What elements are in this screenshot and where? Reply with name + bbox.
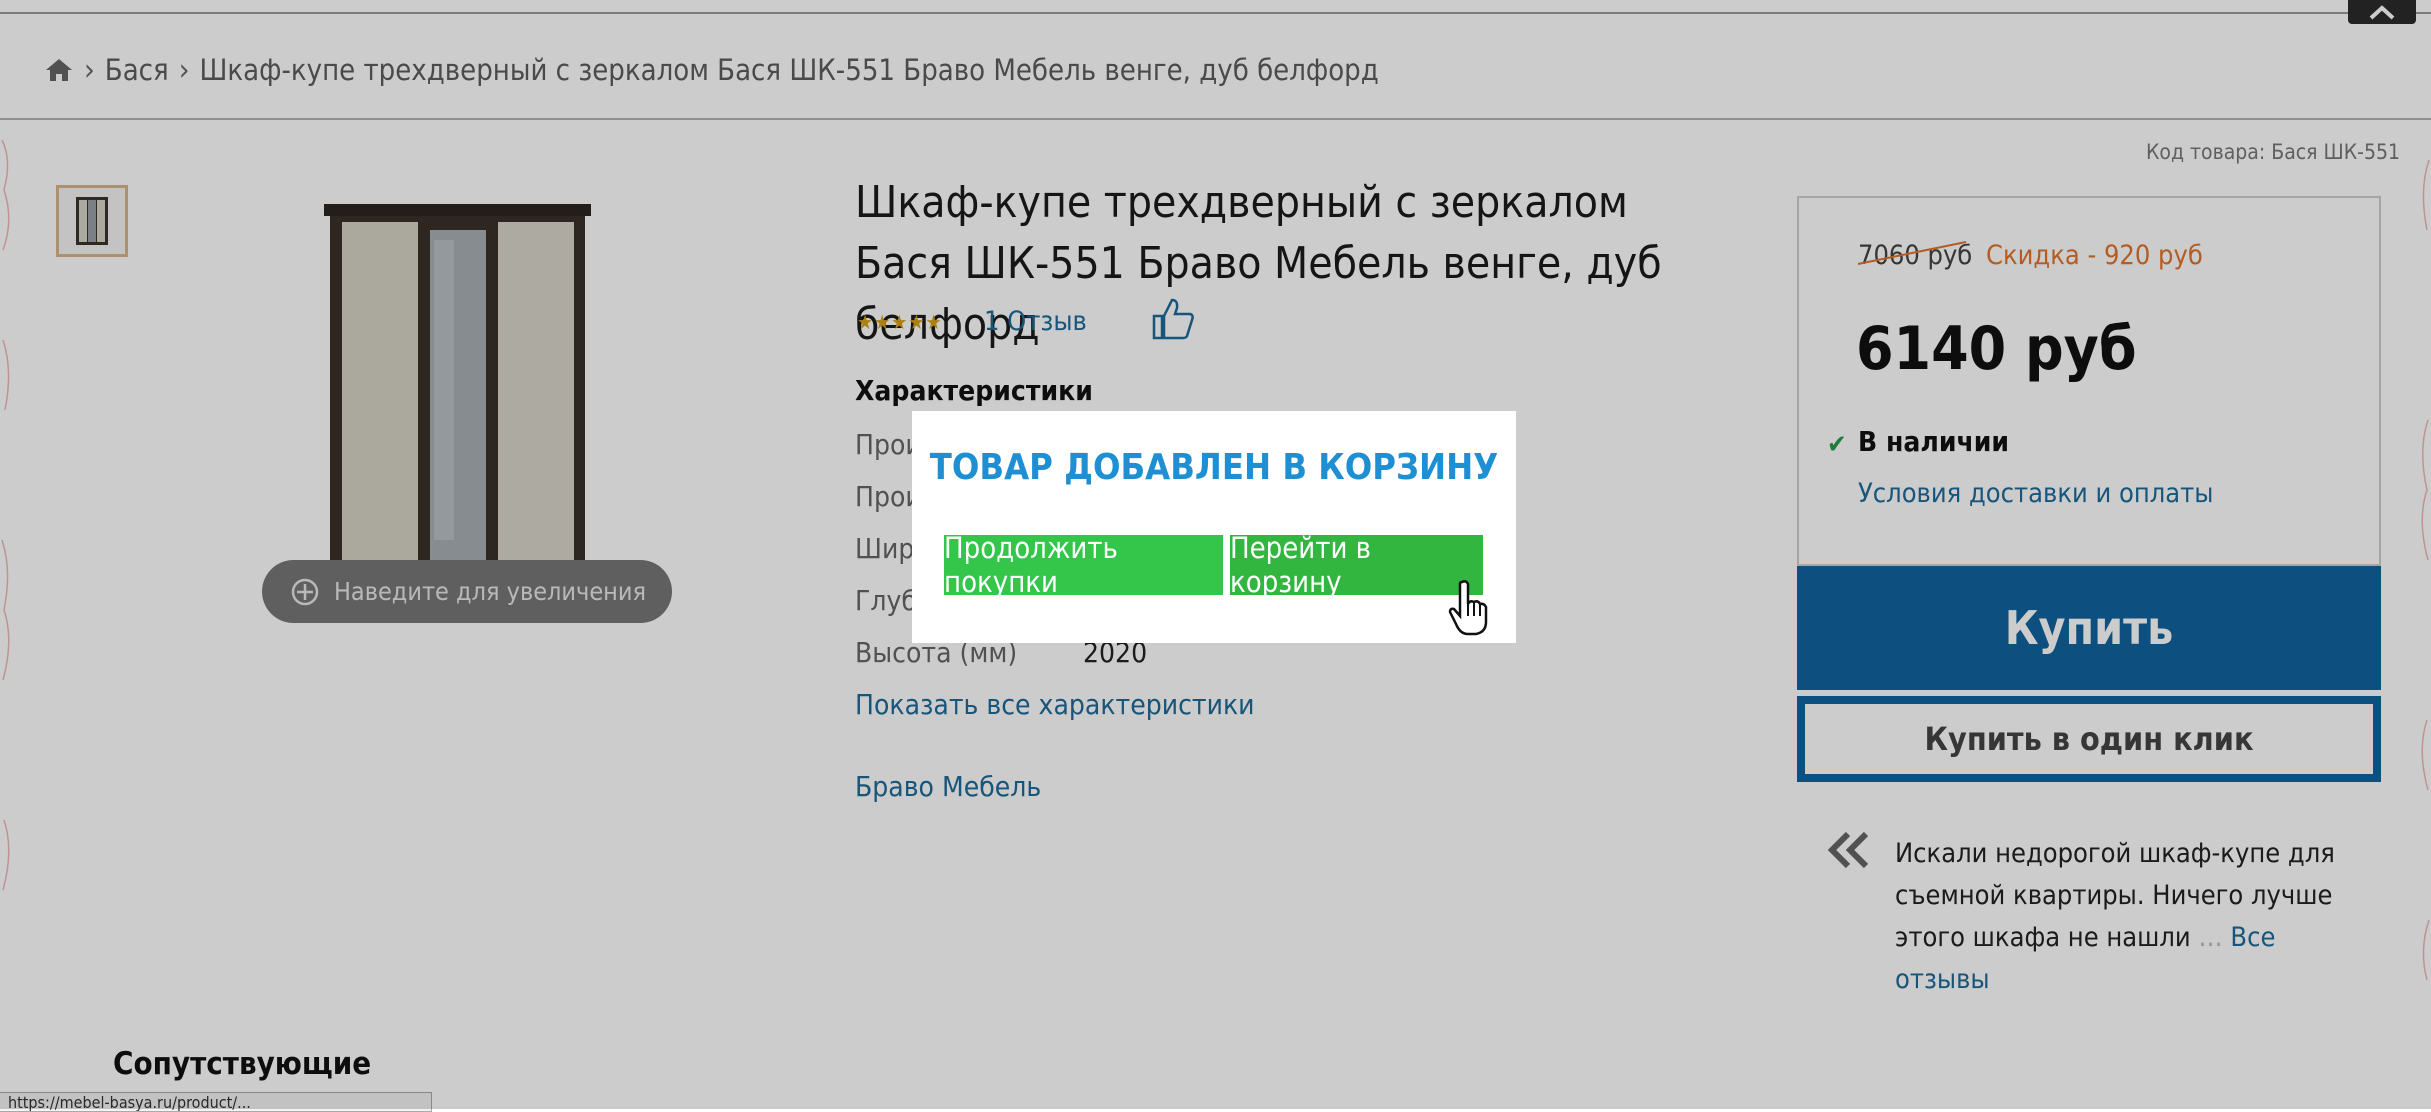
continue-shopping-button[interactable]: Продолжить покупки bbox=[944, 531, 1223, 599]
added-to-cart-modal: ТОВАР ДОБАВЛЕН В КОРЗИНУ Продолжить поку… bbox=[912, 411, 1516, 643]
go-to-cart-button[interactable]: Перейти в корзину bbox=[1230, 531, 1483, 599]
modal-title: ТОВАР ДОБАВЛЕН В КОРЗИНУ bbox=[929, 447, 1499, 488]
hand-pointer-cursor-icon bbox=[1448, 580, 1488, 636]
